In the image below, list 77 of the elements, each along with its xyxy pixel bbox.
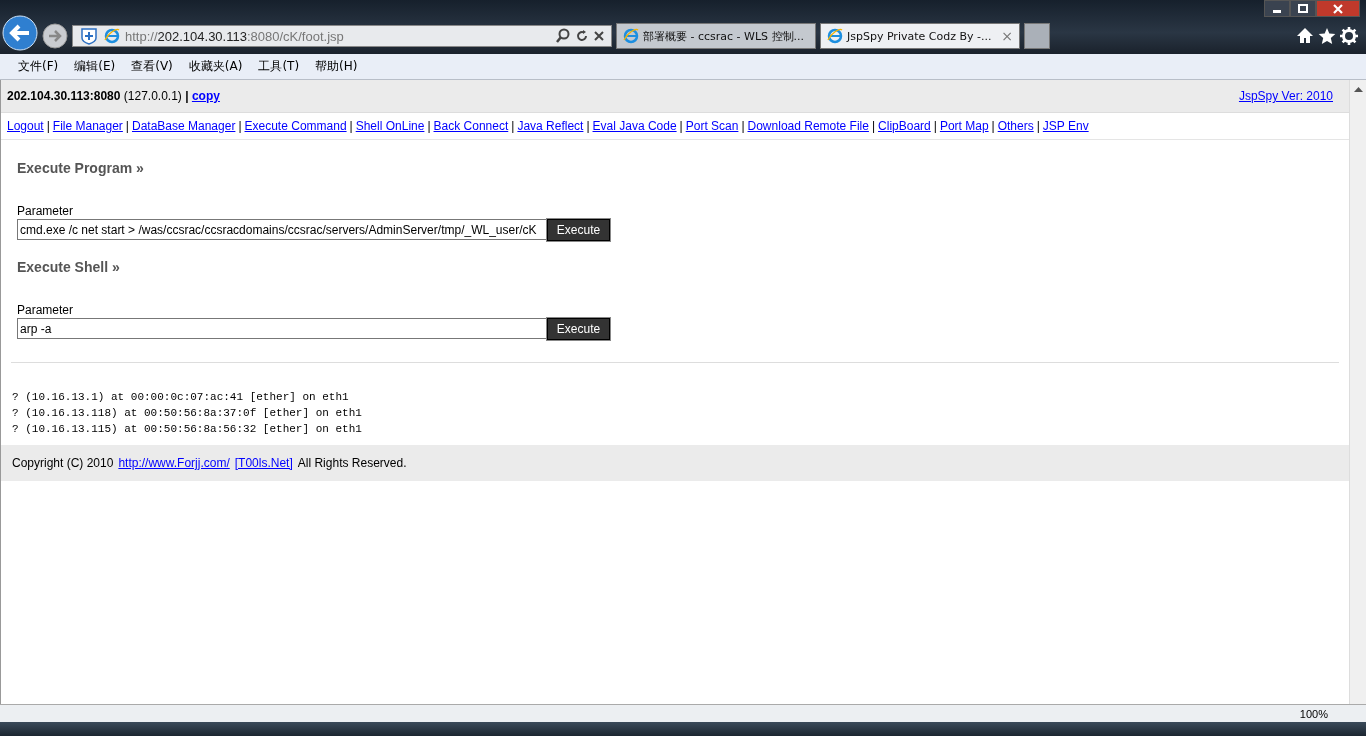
separator: | bbox=[991, 119, 995, 133]
section-heading: Execute Shell » bbox=[17, 259, 121, 275]
separator: | bbox=[427, 119, 431, 133]
menu-item[interactable]: 工具(T) bbox=[258, 58, 300, 75]
forward-icon[interactable] bbox=[42, 23, 68, 49]
nav-link[interactable]: Others bbox=[997, 119, 1034, 133]
star-icon[interactable] bbox=[1318, 27, 1336, 45]
input-field[interactable]: cmd.exe /c net start > /was/ccsrac/ccsracdomains/ccsrac/servers/AdminServer/tmp/_WL_user/cK bbox=[17, 219, 547, 240]
menu-item[interactable]: 文件(F) bbox=[18, 58, 59, 75]
local-address: (127.0.0.1) bbox=[123, 89, 182, 103]
menu-item[interactable]: 帮助(H) bbox=[315, 58, 358, 75]
nav-link[interactable]: Download Remote File bbox=[747, 119, 869, 133]
server-address: 202.104.30.113:8080 bbox=[7, 89, 121, 103]
separator: | bbox=[1036, 119, 1040, 133]
copy-link[interactable]: copy bbox=[191, 89, 220, 103]
input-field[interactable]: arp -a bbox=[17, 318, 547, 339]
nav-link[interactable]: Eval Java Code bbox=[592, 119, 677, 133]
ie-logo-icon bbox=[827, 28, 843, 44]
execute-button[interactable]: Execute bbox=[547, 219, 610, 241]
nav-link[interactable]: Java Reflect bbox=[517, 119, 584, 133]
nav-link[interactable]: Back Connect bbox=[433, 119, 509, 133]
separator: | bbox=[741, 119, 745, 133]
nav-link[interactable]: Port Map bbox=[939, 119, 989, 133]
nav-link[interactable]: ClipBoard bbox=[878, 119, 931, 133]
output-line: ? (10.16.13.118) at 00:50:56:8a:37:0f [ether] on eth1 bbox=[12, 406, 363, 421]
menu-item[interactable]: 收藏夹(A) bbox=[188, 58, 243, 75]
separator: | bbox=[46, 119, 50, 133]
nav-link[interactable]: Port Scan bbox=[685, 119, 739, 133]
separator: | bbox=[238, 119, 242, 133]
maximize-icon bbox=[1297, 3, 1309, 14]
menu-item[interactable]: 编辑(E) bbox=[74, 58, 116, 75]
separator: | bbox=[586, 119, 590, 133]
nav-link[interactable]: File Manager bbox=[52, 119, 123, 133]
site-link[interactable]: http://www.Forjj.com/ bbox=[118, 456, 230, 470]
site-link[interactable]: [T00ls.Net] bbox=[234, 456, 293, 470]
minimize-button[interactable] bbox=[1264, 0, 1290, 17]
close-icon bbox=[1332, 3, 1344, 14]
browser-tab[interactable]: JspSpy Private Codz By -... × bbox=[820, 23, 1020, 49]
plus-shield-icon[interactable] bbox=[79, 27, 99, 45]
separator: | bbox=[871, 119, 876, 133]
search-icon[interactable] bbox=[555, 28, 571, 44]
address-url[interactable]: http://202.104.30.113:8080/cK/foot.jsp bbox=[125, 28, 550, 44]
nav-link[interactable]: DataBase Manager bbox=[132, 119, 236, 133]
close-button[interactable] bbox=[1316, 0, 1360, 17]
ie-logo-icon bbox=[104, 28, 120, 44]
scroll-up-icon[interactable] bbox=[1353, 86, 1363, 92]
minimize-icon bbox=[1273, 9, 1281, 13]
home-icon[interactable] bbox=[1296, 27, 1314, 45]
settings-icon[interactable] bbox=[1340, 27, 1358, 45]
address-bar[interactable]: http://202.104.30.113:8080/cK/foot.jsp bbox=[72, 25, 612, 47]
field-label: Parameter bbox=[17, 204, 75, 218]
nav-link[interactable]: JSP Env bbox=[1042, 119, 1089, 133]
back-icon[interactable] bbox=[2, 15, 38, 51]
browser-tab[interactable]: 部署概要 - ccsrac - WLS 控制... bbox=[616, 23, 816, 49]
refresh-icon[interactable] bbox=[576, 28, 588, 44]
separator: | bbox=[349, 119, 353, 133]
rights-text: All Rights Reserved. bbox=[297, 456, 407, 470]
field-label: Parameter bbox=[17, 303, 75, 317]
output-line: ? (10.16.13.115) at 00:50:56:8a:56:32 [ether] on eth1 bbox=[12, 422, 363, 437]
execute-button[interactable]: Execute bbox=[547, 318, 610, 340]
separator: | bbox=[185, 89, 189, 103]
copyright-text: Copyright (C) 2010 bbox=[12, 456, 114, 470]
nav-link[interactable]: Logout bbox=[7, 119, 44, 133]
version-link[interactable]: JspSpy Ver: 2010 bbox=[1238, 89, 1333, 103]
separator: | bbox=[511, 119, 515, 133]
scrollbar[interactable] bbox=[1349, 80, 1366, 704]
nav-link[interactable]: Execute Command bbox=[244, 119, 347, 133]
separator: | bbox=[933, 119, 937, 133]
ie-logo-icon bbox=[623, 28, 639, 44]
output-line: ? (10.16.13.1) at 00:00:0c:07:ac:41 [ether] on eth1 bbox=[12, 390, 350, 405]
separator: | bbox=[679, 119, 683, 133]
zoom-level[interactable]: 100% bbox=[1299, 707, 1328, 720]
nav-link[interactable]: Shell OnLine bbox=[355, 119, 425, 133]
maximize-button[interactable] bbox=[1290, 0, 1316, 17]
separator: | bbox=[125, 119, 129, 133]
menu-item[interactable]: 查看(V) bbox=[131, 58, 173, 75]
section-heading: Execute Program » bbox=[17, 160, 145, 176]
